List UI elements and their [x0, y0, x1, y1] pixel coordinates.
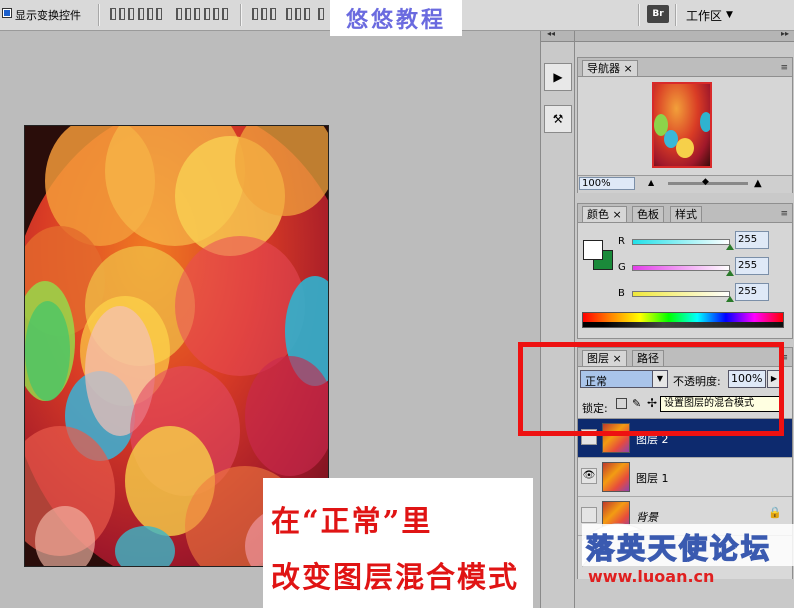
highlight-box	[518, 342, 784, 436]
forum-logo: 落英天使论坛 www.luoan.cn	[582, 523, 794, 586]
channel-g-input[interactable]: 255	[735, 257, 769, 275]
channel-r-input[interactable]: 255	[735, 231, 769, 249]
tab-swatches[interactable]: 色板	[632, 206, 664, 222]
align-vcenter-icon[interactable]	[138, 7, 162, 21]
navigator-zoom-bar: 100% ▲ ◆ ▲	[578, 175, 792, 193]
tab-color[interactable]: 颜色 ×	[582, 206, 627, 222]
show-transform-label: 显示变换控件	[15, 9, 81, 22]
tab-navigator[interactable]: 导航器 ×	[582, 60, 638, 76]
channel-b-input[interactable]: 255	[735, 283, 769, 301]
channel-r-handle[interactable]	[726, 244, 734, 250]
channel-g-slider[interactable]	[632, 265, 730, 271]
watermark-title: 悠悠教程	[330, 0, 462, 36]
channel-g-label: G	[618, 262, 626, 273]
forum-name: 落英天使论坛	[586, 532, 772, 565]
eye-icon[interactable]: 👁	[581, 468, 597, 484]
show-transform-checkbox[interactable]	[2, 8, 12, 18]
navigator-preview[interactable]	[652, 82, 712, 168]
caption-line-1: 在“正常”里	[271, 504, 433, 538]
caption-panel: 在“正常”里 改变图层混合模式	[263, 478, 533, 608]
layer-row[interactable]: 👁 图层 1	[578, 458, 792, 497]
distribute-left-icon[interactable]	[318, 7, 324, 21]
close-icon[interactable]: ×	[613, 208, 622, 221]
zoom-out-icon[interactable]: ▲	[648, 178, 654, 187]
play-icon: ▶	[553, 70, 563, 84]
panel-menu-icon[interactable]: ≡	[780, 209, 788, 219]
panel-dock-header[interactable]: ▸▸	[575, 29, 794, 42]
channel-r-slider[interactable]	[632, 239, 730, 245]
color-spectrum-bar[interactable]	[582, 312, 784, 328]
actions-panel-button[interactable]: ▶	[544, 63, 572, 91]
channel-b-slider[interactable]	[632, 291, 730, 297]
tab-styles[interactable]: 样式	[670, 206, 702, 222]
foreground-color-swatch[interactable]	[583, 240, 603, 260]
align-hcenter-icon[interactable]	[204, 7, 228, 21]
navigator-panel: 导航器 × ≡ 100% ▲ ◆ ▲	[577, 57, 793, 193]
brush-icon: ⚒	[552, 112, 564, 126]
bridge-button[interactable]: Br	[647, 5, 669, 23]
zoom-in-icon[interactable]: ▲	[754, 178, 762, 189]
caption-line-2: 改变图层混合模式	[271, 560, 520, 594]
align-top-icon[interactable]	[110, 7, 134, 21]
channel-b-handle[interactable]	[726, 296, 734, 302]
channel-r-label: R	[618, 236, 625, 247]
dock-icon-bar: ◂◂ ▶ ⚒	[540, 29, 575, 608]
brush-panel-button[interactable]: ⚒	[544, 105, 572, 133]
panel-menu-icon[interactable]: ≡	[780, 63, 788, 73]
dock-collapse-bar[interactable]: ◂◂	[541, 29, 575, 42]
zoom-slider-handle[interactable]: ◆	[702, 177, 709, 187]
chevron-down-icon: ▼	[726, 10, 733, 20]
workspace-menu[interactable]: 工作区 ▼	[686, 6, 733, 24]
align-left-icon[interactable]	[176, 7, 200, 21]
layer-name[interactable]: 图层 1	[636, 470, 669, 486]
workspace-label: 工作区	[686, 8, 723, 23]
layer-thumbnail[interactable]	[602, 462, 630, 492]
color-panel: 颜色 × 色板 样式 ≡ R 255 G 255 B 255	[577, 203, 793, 339]
distribute-vcenter-icon[interactable]	[286, 7, 310, 21]
navigator-zoom-input[interactable]: 100%	[579, 177, 635, 190]
distribute-top-icon[interactable]	[252, 7, 276, 21]
close-icon[interactable]: ×	[624, 62, 633, 75]
forum-url: www.luoan.cn	[588, 567, 714, 586]
bridge-icon: Br	[652, 9, 664, 19]
lock-icon: 🔒	[768, 506, 782, 519]
channel-b-label: B	[618, 288, 625, 299]
channel-g-handle[interactable]	[726, 270, 734, 276]
